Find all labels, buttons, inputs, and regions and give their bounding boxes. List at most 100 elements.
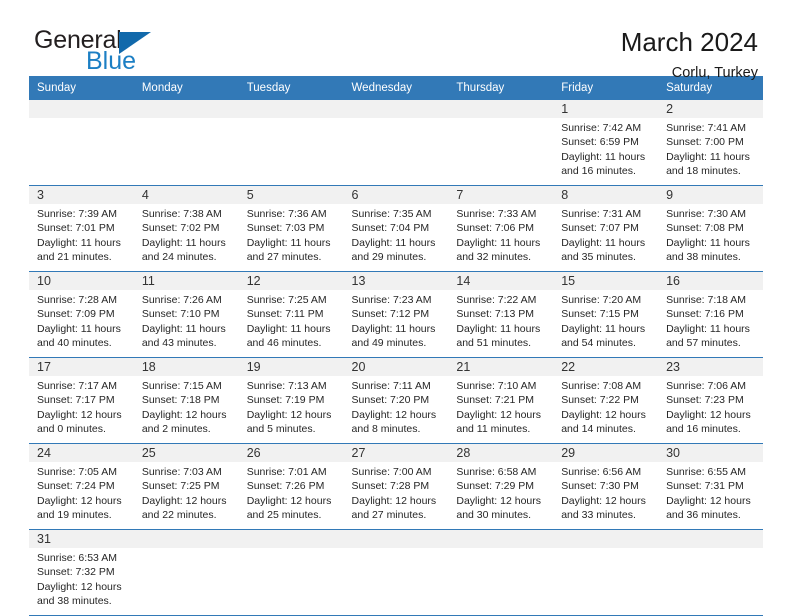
- day-number[interactable]: 5: [238, 184, 344, 204]
- day-number-empty: [29, 100, 134, 118]
- day-number[interactable]: 17: [29, 356, 134, 376]
- day-number[interactable]: 31: [29, 528, 134, 548]
- day-cell[interactable]: Sunrise: 7:22 AM Sunset: 7:13 PM Daylight:…: [448, 289, 554, 358]
- day-info-line: and 43 minutes.: [141, 337, 217, 350]
- day-info-line: and 27 minutes.: [246, 251, 322, 264]
- day-number-empty: [448, 100, 554, 118]
- day-cell[interactable]: Sunrise: 7:30 AM Sunset: 7:08 PM Daylight:…: [658, 203, 763, 272]
- day-info-line: Daylight: 11 hours: [561, 236, 646, 249]
- day-cell[interactable]: Sunrise: 7:13 AM Sunset: 7:19 PM Daylight:…: [238, 375, 344, 444]
- day-info-line: and 5 minutes.: [246, 423, 316, 436]
- day-info-line: and 35 minutes.: [561, 251, 636, 264]
- day-number[interactable]: 4: [133, 184, 239, 204]
- day-cell[interactable]: Sunrise: 7:10 AM Sunset: 7:21 PM Daylight:…: [448, 375, 554, 444]
- day-number[interactable]: 13: [343, 270, 449, 290]
- day-number[interactable]: 7: [448, 184, 554, 204]
- day-number[interactable]: 14: [448, 270, 554, 290]
- day-info-line: Sunrise: 7:01 AM: [246, 465, 327, 478]
- day-number[interactable]: 2: [658, 100, 763, 118]
- day-info-line: Sunset: 7:00 PM: [666, 136, 744, 149]
- day-number[interactable]: 10: [29, 270, 134, 290]
- week-daynumber-row: 3456789: [29, 184, 763, 204]
- day-cell[interactable]: Sunrise: 7:01 AM Sunset: 7:26 PM Daylight:…: [238, 461, 344, 530]
- day-cell[interactable]: Sunrise: 7:03 AM Sunset: 7:25 PM Daylight:…: [133, 461, 239, 530]
- day-info-line: Daylight: 11 hours: [666, 236, 750, 249]
- day-info-line: Sunset: 7:22 PM: [561, 394, 639, 407]
- day-cell[interactable]: Sunrise: 7:33 AM Sunset: 7:06 PM Daylight:…: [448, 203, 554, 272]
- day-cell[interactable]: Sunrise: 7:39 AM Sunset: 7:01 PM Daylight:…: [29, 203, 134, 272]
- day-cell[interactable]: Sunrise: 7:06 AM Sunset: 7:23 PM Daylight:…: [658, 375, 763, 444]
- day-cell[interactable]: Sunrise: 7:38 AM Sunset: 7:02 PM Daylight:…: [133, 203, 239, 272]
- day-info-line: Sunrise: 7:35 AM: [351, 207, 432, 220]
- day-cell[interactable]: Sunrise: 7:08 AM Sunset: 7:22 PM Daylight:…: [553, 375, 659, 444]
- day-number[interactable]: 1: [553, 100, 659, 118]
- day-cell[interactable]: Sunrise: 7:42 AM Sunset: 6:59 PM Daylight:…: [553, 118, 659, 186]
- general-blue-logo[interactable]: General Blue: [34, 28, 154, 78]
- week-daynumber-row: 17 18 19 20 21 22 23: [29, 356, 763, 376]
- page-title: March 2024: [620, 27, 758, 57]
- day-cell[interactable]: Sunrise: 7:17 AM Sunset: 7:17 PM Daylight:…: [29, 375, 134, 444]
- day-cell[interactable]: Sunrise: 7:31 AM Sunset: 7:07 PM Daylight:…: [553, 203, 659, 272]
- day-info-line: Daylight: 12 hours: [351, 494, 437, 507]
- day-cell[interactable]: Sunrise: 7:28 AM Sunset: 7:09 PM Daylight:…: [29, 289, 134, 358]
- day-cell[interactable]: Sunrise: 7:20 AM Sunset: 7:15 PM Daylight:…: [553, 289, 659, 358]
- day-info-line: Sunset: 7:12 PM: [351, 308, 430, 321]
- weekday-header-tuesday: Tuesday: [238, 76, 344, 100]
- day-number[interactable]: 24: [29, 442, 134, 462]
- location-subtitle: Corlu, Turkey: [671, 64, 758, 81]
- day-cell[interactable]: Sunrise: 7:11 AM Sunset: 7:20 PM Daylight:…: [343, 375, 449, 444]
- day-info-line: Daylight: 11 hours: [561, 322, 646, 335]
- day-cell[interactable]: Sunrise: 7:00 AM Sunset: 7:28 PM Daylight:…: [343, 461, 449, 530]
- day-info-line: Sunrise: 7:15 AM: [141, 379, 222, 392]
- day-number[interactable]: 18: [133, 356, 239, 376]
- day-number-empty: [658, 528, 763, 548]
- day-number-empty: [133, 100, 239, 118]
- day-number[interactable]: 26: [238, 442, 344, 462]
- day-number[interactable]: 20: [343, 356, 449, 376]
- day-info-line: and 24 minutes.: [141, 251, 217, 264]
- day-info-line: Sunset: 7:28 PM: [351, 480, 430, 493]
- day-cell[interactable]: Sunrise: 6:58 AM Sunset: 7:29 PM Daylight:…: [448, 461, 554, 530]
- day-info-line: and 14 minutes.: [561, 423, 636, 436]
- day-info-line: Sunset: 7:18 PM: [141, 394, 220, 407]
- week-daynumber-row: 31: [29, 528, 763, 548]
- day-number[interactable]: 6: [343, 184, 449, 204]
- day-number[interactable]: 11: [133, 270, 239, 290]
- day-info-line: Sunrise: 7:17 AM: [37, 379, 117, 392]
- calendar-bottom-rule: [29, 614, 763, 616]
- day-cell[interactable]: Sunrise: 7:15 AM Sunset: 7:18 PM Daylight:…: [133, 375, 239, 444]
- day-cell[interactable]: Sunrise: 7:35 AM Sunset: 7:04 PM Daylight:…: [343, 203, 449, 272]
- day-cell[interactable]: Sunrise: 6:56 AM Sunset: 7:30 PM Daylight:…: [553, 461, 659, 530]
- day-info-line: and 46 minutes.: [246, 337, 322, 350]
- day-number[interactable]: 25: [133, 442, 239, 462]
- day-cell[interactable]: Sunrise: 7:41 AM Sunset: 7:00 PM Daylight:…: [658, 118, 763, 186]
- day-number[interactable]: 9: [658, 184, 763, 204]
- day-number[interactable]: 19: [238, 356, 344, 376]
- day-number[interactable]: 28: [448, 442, 554, 462]
- day-info-line: and 16 minutes.: [561, 165, 636, 178]
- day-cell[interactable]: Sunrise: 7:05 AM Sunset: 7:24 PM Daylight:…: [29, 461, 134, 530]
- day-cell[interactable]: Sunrise: 7:23 AM Sunset: 7:12 PM Daylight:…: [343, 289, 449, 358]
- day-number[interactable]: 27: [343, 442, 449, 462]
- day-cell[interactable]: Sunrise: 6:53 AM Sunset: 7:32 PM Daylight:…: [29, 547, 134, 615]
- day-info-line: Sunrise: 7:22 AM: [456, 293, 537, 306]
- day-cell[interactable]: Sunrise: 7:36 AM Sunset: 7:03 PM Daylight:…: [238, 203, 344, 272]
- day-number[interactable]: 3: [29, 184, 134, 204]
- day-cell[interactable]: Sunrise: 7:18 AM Sunset: 7:16 PM Daylight:…: [658, 289, 763, 358]
- day-number[interactable]: 23: [658, 356, 763, 376]
- day-number[interactable]: 8: [553, 184, 659, 204]
- day-info-line: and 38 minutes.: [666, 251, 741, 264]
- day-number[interactable]: 15: [553, 270, 659, 290]
- day-cell[interactable]: Sunrise: 7:25 AM Sunset: 7:11 PM Daylight:…: [238, 289, 344, 358]
- day-number[interactable]: 22: [553, 356, 659, 376]
- day-number[interactable]: 29: [553, 442, 659, 462]
- day-cell[interactable]: Sunrise: 7:26 AM Sunset: 7:10 PM Daylight:…: [133, 289, 239, 358]
- day-info-line: Sunset: 6:59 PM: [561, 136, 639, 149]
- day-info-line: Sunrise: 7:06 AM: [666, 379, 747, 392]
- day-cell[interactable]: Sunrise: 6:55 AM Sunset: 7:31 PM Daylight:…: [658, 461, 763, 530]
- day-info-line: Daylight: 11 hours: [37, 236, 121, 249]
- day-number[interactable]: 12: [238, 270, 344, 290]
- day-number[interactable]: 21: [448, 356, 554, 376]
- day-number[interactable]: 30: [658, 442, 763, 462]
- day-number[interactable]: 16: [658, 270, 763, 290]
